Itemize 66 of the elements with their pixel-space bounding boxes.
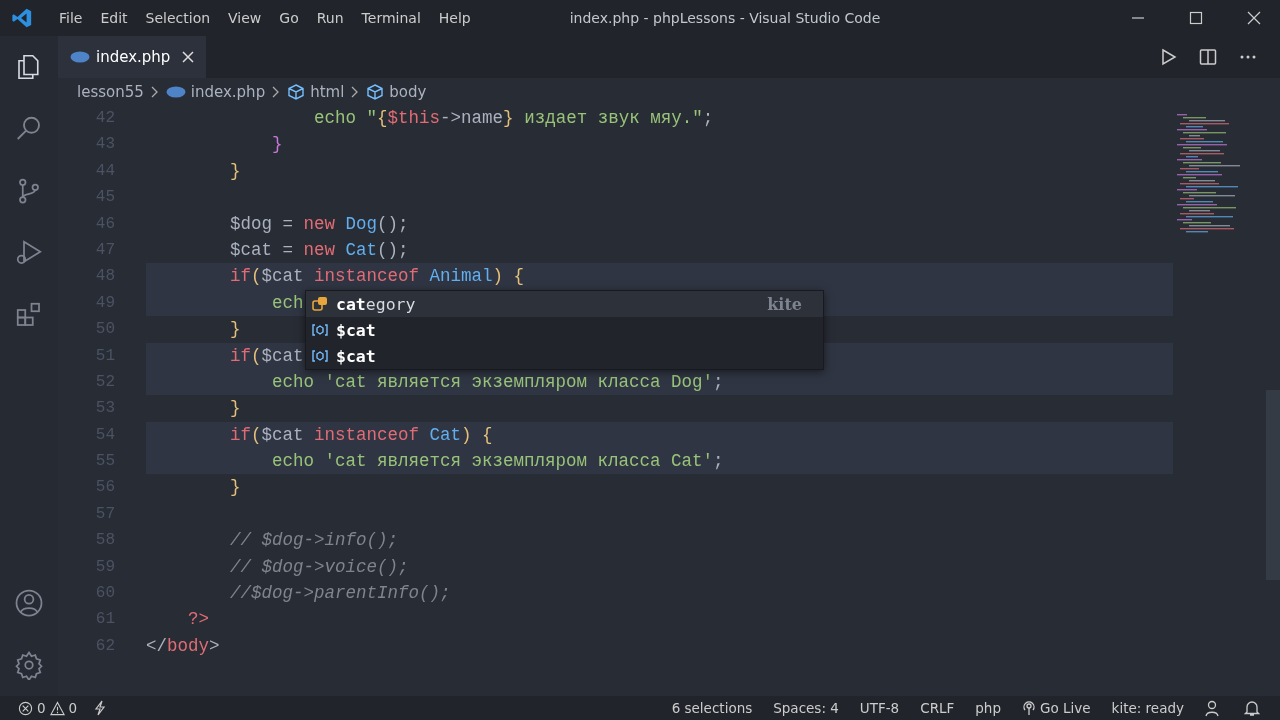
close-icon[interactable] [182,51,195,63]
code-line: } [229,319,241,340]
menu-item[interactable]: Help [429,10,480,26]
menu-item[interactable]: Run [307,10,353,26]
go-live-button[interactable]: Go Live [1022,700,1091,716]
code-line: } [229,477,241,498]
code-line: </body> [146,635,220,656]
lightning-icon[interactable] [93,700,108,716]
code-line: echo "{$this->name} издает звук мяу."; [313,108,714,128]
code-line: } [229,160,241,181]
menu-item[interactable]: Edit [91,10,137,26]
kite-status[interactable]: kite: ready [1111,700,1184,716]
code-line: if($cat [229,345,304,366]
chevron-icon [150,85,159,98]
status-item[interactable]: UTF-8 [859,700,900,716]
breadcrumb-item[interactable]: html [310,82,345,101]
code-line: echo 'cat является экземпляром класса Cat'; [271,451,724,472]
account-icon[interactable] [14,588,44,618]
chevron-icon [272,85,281,98]
breadcrumb-item[interactable]: index.php [190,82,266,101]
cube-icon [287,82,306,101]
menu-item[interactable]: View [219,10,271,26]
split-editor-icon[interactable] [1198,47,1218,67]
php-file-icon [70,51,90,63]
code-line: ?> [187,609,209,630]
code-line: $cat = new Cat(); [229,239,409,260]
breadcrumb-item[interactable]: lesson55 [77,82,144,101]
errors-indicator[interactable]: 0 0 [18,700,78,716]
code-line: //$dog->parentInfo(); [229,583,451,604]
variable-icon [311,321,329,339]
broadcast-icon [1022,700,1036,716]
variable-icon [311,347,329,365]
status-item[interactable]: 6 selections [671,700,753,716]
code-line: if($cat instanceof Cat) { [229,424,493,445]
php-file-icon [165,85,186,98]
warning-icon [49,700,65,716]
code-line: ech [271,292,304,313]
code-line: } [229,398,241,419]
vscode-logo-icon [11,7,33,29]
window-title: index.php - phpLessons - Visual Studio Code [569,10,881,26]
property-icon [311,295,329,313]
code-line: $dog = new Dog(); [229,213,409,234]
editor-tab[interactable]: index.php [58,36,207,78]
code-line: } [271,134,283,155]
close-icon[interactable] [1247,11,1261,25]
cube-icon [366,82,385,101]
code-line: // $dog->voice(); [229,556,409,577]
suggestion-item[interactable]: category kite [306,291,823,317]
menu-item[interactable]: Terminal [352,10,430,26]
menu-item[interactable]: Go [270,10,308,26]
settings-icon[interactable] [14,650,44,680]
chevron-icon [351,85,360,98]
breadcrumb-item[interactable]: body [389,82,427,101]
error-icon [18,700,33,716]
status-item[interactable]: php [975,700,1001,716]
status-item[interactable]: CRLF [920,700,955,716]
menu-item[interactable]: File [50,10,92,26]
menu-item[interactable]: Selection [136,10,220,26]
status-item[interactable]: Spaces: 4 [773,700,839,716]
suggestion-item[interactable]: $cat [306,317,823,343]
code-line: // $dog->info(); [229,530,399,551]
maximize-icon[interactable] [1189,11,1203,25]
code-line: echo 'cat является экземпляром класса Dog'; [271,371,724,392]
code-line: if($cat instanceof Animal) { [229,266,525,287]
bell-icon[interactable] [1244,699,1260,717]
suggestion-item[interactable]: $cat [306,343,823,369]
